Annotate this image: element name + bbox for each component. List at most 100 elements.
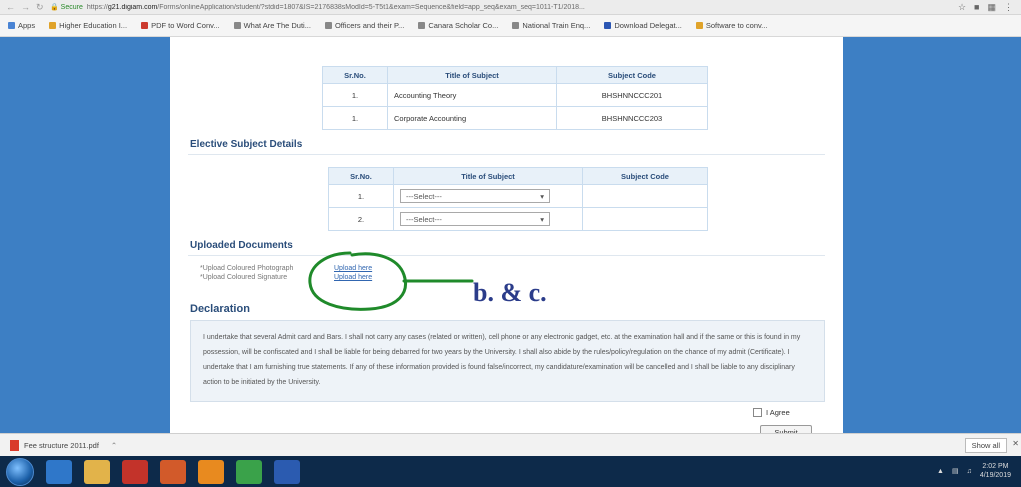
row-code — [582, 184, 708, 208]
bookmark-favicon-icon — [49, 22, 57, 29]
internet-explorer-icon[interactable] — [46, 459, 72, 484]
agree-row: I Agree — [753, 408, 790, 417]
bookmark-item[interactable]: National Train Enq... — [512, 21, 590, 30]
clock[interactable]: 2:02 PM 4/19/2019 — [980, 462, 1011, 480]
table-header: Subject Code — [582, 167, 708, 185]
extension-icons: ☆ ■ ▦ ⋮ — [958, 2, 1021, 13]
back-icon[interactable]: ← — [6, 2, 15, 13]
menu-icon[interactable]: ⋮ — [1004, 2, 1013, 13]
bookmark-favicon-icon — [233, 22, 241, 29]
elective-subject-table: Sr.No. Title of Subject Subject Code 1. … — [328, 167, 708, 231]
start-button[interactable] — [6, 457, 34, 486]
table-row: 1. Accounting Theory BHSHNNCCC201 — [322, 83, 708, 107]
download-item[interactable]: Fee structure 2011.pdf — [24, 441, 99, 450]
table-row: 1. Corporate Accounting BHSHNNCCC203 — [322, 106, 708, 130]
divider — [188, 255, 825, 256]
system-tray: ▲ ▤ ♫ 2:02 PM 4/19/2019 — [937, 462, 1011, 480]
extension-icon[interactable]: ■ — [974, 2, 979, 13]
select-value: ---Select--- — [406, 214, 442, 224]
elective-heading: Elective Subject Details — [190, 139, 303, 150]
table-row: 2. ---Select--- ▾ — [328, 207, 708, 231]
forward-icon[interactable]: → — [21, 2, 30, 13]
address-bar[interactable]: https://g21.digiam.com/Forms/onlineAppli… — [87, 4, 958, 11]
row-code — [582, 207, 708, 231]
secure-indicator[interactable]: 🔒 Secure — [50, 3, 83, 11]
bookmark-favicon-icon — [512, 22, 520, 29]
bookmark-item[interactable]: PDF to Word Conv... — [141, 21, 220, 30]
bookmark-favicon-icon — [418, 22, 426, 29]
row-title: Corporate Accounting — [387, 106, 557, 130]
upload-signature-label: *Upload Coloured Signature — [200, 274, 288, 281]
extension-icon[interactable]: ▦ — [987, 2, 996, 13]
bookmark-star-icon[interactable]: ☆ — [958, 2, 966, 13]
network-icon[interactable]: ▤ — [952, 467, 959, 475]
chrome-icon[interactable] — [236, 459, 262, 484]
reload-icon[interactable]: ↻ — [36, 2, 44, 13]
volume-icon[interactable]: ♫ — [967, 468, 972, 475]
declaration-heading: Declaration — [190, 303, 250, 315]
row-sr: 1. — [322, 83, 388, 107]
row-sr: 2. — [328, 207, 394, 231]
elective-subject-select-2[interactable]: ---Select--- ▾ — [400, 212, 550, 226]
bookmark-item[interactable]: Canara Scholar Co... — [418, 21, 498, 30]
url-path: /Forms/onlineApplication/student/?stdid=… — [157, 3, 585, 11]
row-sr: 1. — [328, 184, 394, 208]
acrobat-icon[interactable] — [122, 459, 148, 484]
nav-buttons: ← → ↻ — [0, 2, 50, 13]
upload-photo-label: *Upload Coloured Photograph — [200, 265, 294, 272]
bookmark-favicon-icon — [8, 22, 15, 29]
bookmark-label: Officers and their P... — [334, 21, 405, 30]
word-icon[interactable] — [274, 459, 300, 484]
bookmark-item[interactable]: Higher Education I... — [49, 21, 127, 30]
table-header: Subject Code — [556, 66, 708, 84]
bookmark-favicon-icon — [141, 22, 149, 29]
agree-checkbox[interactable] — [753, 408, 762, 417]
secure-label: Secure — [60, 4, 83, 11]
table-header: Sr.No. — [328, 167, 394, 185]
uploads-heading: Uploaded Documents — [190, 240, 293, 251]
bookmark-label: Higher Education I... — [59, 21, 128, 30]
bookmark-label: What Are The Duti... — [243, 21, 311, 30]
row-select-cell: ---Select--- ▾ — [393, 184, 583, 208]
row-code: BHSHNNCCC203 — [556, 106, 708, 130]
url-prefix: https:// — [86, 3, 108, 11]
browser-toolbar: ← → ↻ 🔒 Secure https://g21.digiam.com/Fo… — [0, 0, 1021, 15]
bookmark-label: Software to conv... — [705, 21, 768, 30]
show-all-button[interactable]: Show all — [964, 438, 1007, 453]
bookmark-item[interactable]: Officers and their P... — [324, 21, 405, 30]
table-header: Title of Subject — [387, 66, 557, 84]
elective-subject-select-1[interactable]: ---Select--- ▾ — [400, 189, 550, 203]
bookmark-item[interactable]: Download Delegat... — [604, 21, 682, 30]
divider — [188, 154, 825, 155]
row-code: BHSHNNCCC201 — [556, 83, 708, 107]
agree-label: I Agree — [766, 408, 790, 417]
tray-arrow-icon[interactable]: ▲ — [937, 468, 944, 475]
bookmark-item[interactable]: Software to conv... — [695, 21, 768, 30]
pdf-file-icon — [10, 439, 19, 451]
application-form: Sr.No. Title of Subject Subject Code 1. … — [170, 37, 843, 433]
close-icon[interactable]: ✕ — [1012, 439, 1019, 448]
bookmark-label: Apps — [18, 21, 36, 30]
url-host: g21.digiam.com — [107, 3, 158, 11]
bookmark-label: Download Delegat... — [614, 21, 682, 30]
compulsory-subject-table: Sr.No. Title of Subject Subject Code 1. … — [322, 66, 708, 130]
file-explorer-icon[interactable] — [84, 459, 110, 484]
bookmark-label: PDF to Word Conv... — [151, 21, 220, 30]
download-bar: Fee structure 2011.pdf ⌃ Show all ✕ — [0, 433, 1021, 456]
firefox-icon[interactable] — [198, 459, 224, 484]
table-header: Title of Subject — [393, 167, 583, 185]
bookmark-item[interactable]: What Are The Duti... — [233, 21, 311, 30]
bookmark-label: Canara Scholar Co... — [428, 21, 499, 30]
bookmark-favicon-icon — [604, 22, 612, 29]
bookmark-item[interactable]: Apps — [8, 21, 35, 30]
bookmark-favicon-icon — [695, 22, 703, 29]
clock-time: 2:02 PM — [982, 463, 1009, 470]
chevron-up-icon[interactable]: ⌃ — [111, 441, 117, 450]
row-select-cell: ---Select--- ▾ — [393, 207, 583, 231]
bookmarks-bar: Apps Higher Education I... PDF to Word Con… — [0, 15, 1021, 37]
table-header: Sr.No. — [322, 66, 388, 84]
dropdown-arrow-icon: ▾ — [540, 191, 544, 201]
powerpoint-icon[interactable] — [160, 459, 186, 484]
submit-button[interactable]: Submit — [760, 425, 812, 433]
windows-taskbar: ▲ ▤ ♫ 2:02 PM 4/19/2019 — [0, 456, 1021, 487]
